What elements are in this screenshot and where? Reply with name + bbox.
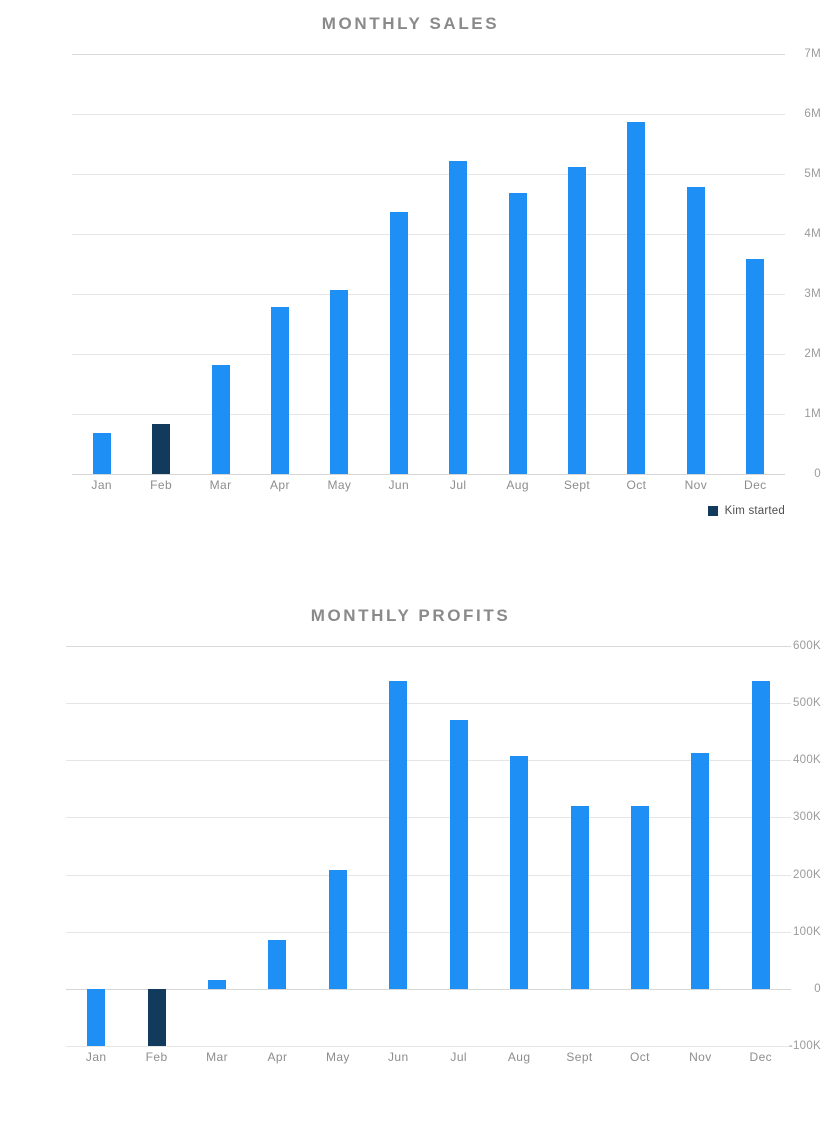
bar-jul[interactable] <box>449 161 468 474</box>
bar-dec[interactable] <box>751 681 770 989</box>
x-axis-tick-label: Oct <box>626 478 647 492</box>
legend-swatch-icon <box>707 506 718 516</box>
x-axis-tick-label: Nov <box>684 478 708 492</box>
x-axis-tick-label: Oct <box>630 1050 650 1064</box>
x-axis-tick-label: Aug <box>507 1050 531 1064</box>
bar-aug[interactable] <box>510 755 529 989</box>
x-axis-tick-label: Jul <box>450 1050 467 1064</box>
x-axis-tick-label: May <box>325 1050 350 1064</box>
bar-feb[interactable] <box>147 988 166 1046</box>
x-axis-tick-label: Jan <box>85 1050 107 1064</box>
bar-mar[interactable] <box>208 980 227 989</box>
gridline <box>72 474 785 475</box>
monthly-sales-bars <box>0 54 821 474</box>
bar-apr[interactable] <box>268 940 287 989</box>
x-axis-tick-label: Feb <box>150 478 173 492</box>
gridline <box>66 1046 791 1047</box>
bar-dec[interactable] <box>746 259 765 474</box>
x-axis-tick-label: Jun <box>388 478 410 492</box>
x-axis-tick-label: Aug <box>506 478 529 492</box>
x-axis-tick-label: May <box>327 478 352 492</box>
x-axis-tick-label: Jul <box>449 478 467 492</box>
bar-may[interactable] <box>328 870 347 989</box>
bar-aug[interactable] <box>508 193 527 474</box>
monthly-sales-title: MONTHLY SALES <box>321 14 500 33</box>
bar-jan[interactable] <box>92 433 111 474</box>
monthly-sales-chart: MONTHLY SALES 0 1M 2M 3M 4M 5M 6M 7M Jan Feb Mar A… <box>0 0 821 560</box>
bar-jul[interactable] <box>449 720 468 989</box>
x-axis-tick-label: Sept <box>566 1050 593 1064</box>
bar-oct[interactable] <box>630 806 649 989</box>
x-axis-tick-label: Dec <box>744 478 767 492</box>
bar-apr[interactable] <box>270 307 289 474</box>
x-axis-tick-label: Mar <box>209 478 232 492</box>
bar-nov[interactable] <box>686 186 705 474</box>
chart-page: MONTHLY SALES 0 1M 2M 3M 4M 5M 6M 7M Jan Feb Mar A… <box>0 0 821 1140</box>
x-axis-tick-label: Feb <box>145 1050 168 1064</box>
bar-mar[interactable] <box>211 364 230 474</box>
monthly-profits-bars <box>0 646 821 1046</box>
bar-oct[interactable] <box>627 122 646 474</box>
monthly-profits-plot-area: -100K 0 100K 200K 300K 400K 500K 600K Jan Feb Mar… <box>0 640 821 1064</box>
x-axis-tick-label: Sept <box>563 478 591 492</box>
x-axis-tick-label: Dec <box>749 1050 773 1064</box>
x-axis-tick-label: Apr <box>267 1050 288 1064</box>
monthly-profits-chart: MONTHLY PROFITS -100K 0 100K 200K 300K 400K 50… <box>0 570 821 1140</box>
bar-jan[interactable] <box>87 988 106 1046</box>
monthly-profits-title: MONTHLY PROFITS <box>310 606 511 625</box>
x-axis-tick-label: Apr <box>270 478 290 492</box>
monthly-profits-x-axis: Jan Feb Mar Apr May Jun Jul Aug Sept Oct Nov Dec <box>0 1050 821 1070</box>
x-axis-tick-label: Jun <box>388 1050 409 1064</box>
x-axis-tick-label: Jan <box>91 478 112 492</box>
bar-jun[interactable] <box>389 211 408 474</box>
x-axis-tick-label: Mar <box>206 1050 228 1064</box>
monthly-sales-x-axis: Jan Feb Mar Apr May Jun Jul Aug Sept Oct Nov Dec <box>0 478 821 498</box>
bar-feb[interactable] <box>152 424 171 474</box>
x-axis-tick-label: Nov <box>689 1050 712 1064</box>
monthly-sales-legend: Kim started <box>707 505 785 517</box>
monthly-sales-plot-area: 0 1M 2M 3M 4M 5M 6M 7M Jan Feb Mar Apr May Jun Jul Aug… <box>0 48 821 492</box>
bar-sept[interactable] <box>568 166 587 474</box>
bar-sept[interactable] <box>570 806 589 989</box>
legend-label: Kim started <box>724 505 785 517</box>
bar-jun[interactable] <box>389 681 408 989</box>
bar-may[interactable] <box>330 289 349 474</box>
bar-nov[interactable] <box>691 753 710 989</box>
